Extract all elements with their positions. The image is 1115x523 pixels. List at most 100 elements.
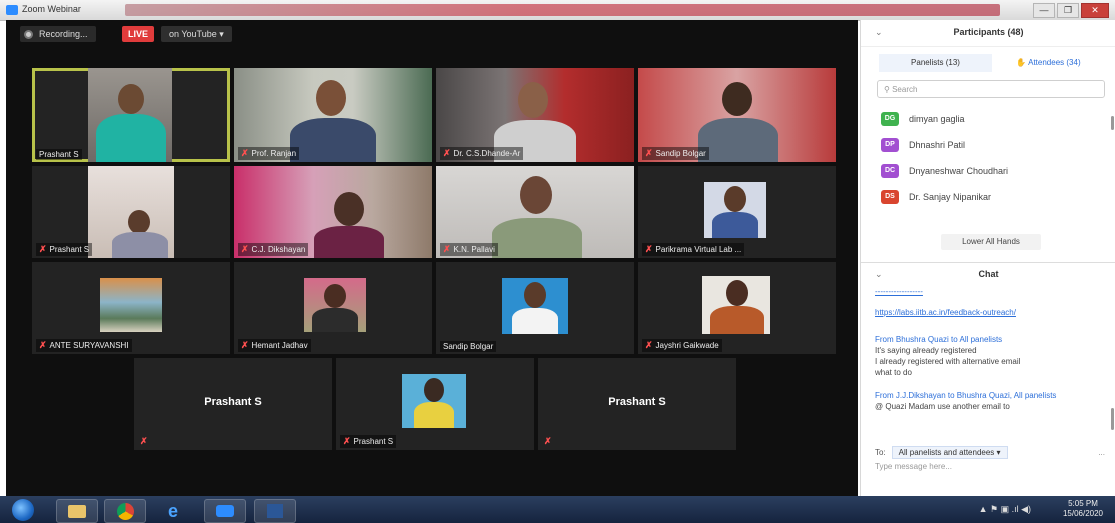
- video-tile[interactable]: ✗ Hemant Jadhav: [234, 262, 432, 354]
- participant-name: ✗ Prashant S: [36, 243, 93, 256]
- muted-mic-icon: ✗: [39, 340, 47, 350]
- participants-title: Participants (48): [953, 27, 1024, 37]
- video-tile[interactable]: Sandip Bolgar: [436, 262, 634, 354]
- chat-message-input[interactable]: Type message here...: [875, 462, 952, 471]
- chat-sender: From J.J.Dikshayan to Bhushra Quazi, All…: [875, 391, 1057, 400]
- muted-mic-icon: ✗: [39, 244, 47, 254]
- muted-mic-icon: ✗: [140, 436, 148, 446]
- list-item[interactable]: DS Dr. Sanjay Nipanikar: [881, 184, 1101, 210]
- chat-link-partial[interactable]: ------------------: [875, 286, 1103, 297]
- more-options-button[interactable]: ...: [1098, 448, 1105, 457]
- muted-mic-icon: ✗: [241, 244, 249, 254]
- avatar: DC: [881, 164, 899, 178]
- lower-all-hands-button[interactable]: Lower All Hands: [941, 234, 1041, 250]
- to-label: To:: [875, 447, 886, 457]
- video-gallery: Recording... LIVE on YouTube ▾ Prashant …: [6, 20, 858, 496]
- participant-name: ✗ Hemant Jadhav: [238, 339, 311, 352]
- muted-mic-icon: ✗: [645, 244, 653, 254]
- participant-name: Dhnashri Patil: [909, 140, 966, 150]
- tab-panelists[interactable]: Panelists (13): [879, 54, 992, 72]
- file-explorer-icon[interactable]: [56, 499, 98, 523]
- video-tile[interactable]: ✗ Parikrama Virtual Lab ...: [638, 166, 836, 258]
- video-tile[interactable]: ✗ Jayshri Gaikwade: [638, 262, 836, 354]
- muted-mic-icon: ✗: [241, 340, 249, 350]
- tab-attendees[interactable]: ✋ Attendees (34): [992, 54, 1105, 72]
- chat-message-line: what to do: [875, 368, 912, 377]
- participants-search-input[interactable]: ⚲ Search: [877, 80, 1105, 98]
- search-icon: ⚲: [884, 85, 890, 94]
- raise-hand-icon: ✋: [1016, 58, 1027, 67]
- muted-mic-icon: ✗: [645, 340, 653, 350]
- video-tile[interactable]: ✗ C.J. Dikshayan: [234, 166, 432, 258]
- muted-mic-icon: ✗: [645, 148, 653, 158]
- video-tile[interactable]: ✗ Prashant S: [32, 166, 230, 258]
- word-icon[interactable]: [254, 499, 296, 523]
- clock[interactable]: 5:05 PM 15/06/2020: [1063, 499, 1103, 519]
- participant-name: Dnyaneshwar Choudhari: [909, 166, 1009, 176]
- internet-explorer-icon[interactable]: e: [152, 499, 194, 523]
- chat-message-line: I already registered with alternative em…: [875, 357, 1021, 366]
- video-tile[interactable]: ✗ Prof. Ranjan: [234, 68, 432, 162]
- live-on-youtube-dropdown[interactable]: on YouTube ▾: [161, 26, 232, 42]
- video-tile[interactable]: ✗ ANTE SURYAVANSHI: [32, 262, 230, 354]
- participant-name: ✗ Parikrama Virtual Lab ...: [642, 243, 745, 256]
- video-tile[interactable]: ✗ Sandip Bolgar: [638, 68, 836, 162]
- participant-name: ✗ Jayshri Gaikwade: [642, 339, 722, 352]
- avatar: DG: [881, 112, 899, 126]
- recording-label: Recording...: [39, 29, 88, 39]
- avatar: DS: [881, 190, 899, 204]
- chat-message-line: @ Quazi Madam use another email to: [875, 402, 1010, 411]
- windows-taskbar: e ▲ ⚑ ▣ .ıl ◀) 5:05 PM 15/06/2020: [0, 496, 1115, 523]
- chrome-icon[interactable]: [104, 499, 146, 523]
- participant-name: Prashant S: [36, 149, 82, 160]
- chat-scrollbar[interactable]: [1111, 408, 1114, 430]
- titlebar-decoration: [125, 4, 1000, 16]
- clock-date: 15/06/2020: [1062, 509, 1103, 518]
- muted-mic-icon: ✗: [343, 436, 351, 446]
- chat-messages: ------------------ https://labs.iitb.ac.…: [875, 286, 1103, 412]
- chat-title: Chat: [978, 269, 999, 279]
- maximize-button[interactable]: ❐: [1057, 3, 1079, 18]
- zoom-taskbar-icon[interactable]: [204, 499, 246, 523]
- participant-name: Sandip Bolgar: [440, 341, 497, 352]
- video-tile[interactable]: Prashant S ✗: [538, 358, 736, 450]
- window-controls: — ❐ ✕: [1033, 3, 1109, 18]
- system-tray[interactable]: ▲ ⚑ ▣ .ıl ◀): [979, 504, 1031, 515]
- close-button[interactable]: ✕: [1081, 3, 1109, 18]
- participant-name: Dr. Sanjay Nipanikar: [909, 192, 992, 202]
- minimize-button[interactable]: —: [1033, 3, 1055, 18]
- live-badge: LIVE: [122, 26, 155, 42]
- recording-indicator[interactable]: Recording...: [20, 26, 96, 42]
- participant-name: ✗ Prof. Ranjan: [238, 147, 300, 160]
- muted-mic-icon: ✗: [544, 436, 552, 446]
- video-tile[interactable]: ✗ Dr. C.S.Dhande-Ar: [436, 68, 634, 162]
- clock-time: 5:05 PM: [1068, 499, 1098, 508]
- participant-list: DG dimyan gaglia DP Dhnashri Patil DC Dn…: [881, 106, 1101, 210]
- participants-header: ⌄ Participants (48): [861, 20, 1115, 47]
- video-tile[interactable]: ✗ Prashant S: [336, 358, 534, 450]
- participant-name: ✗ Sandip Bolgar: [642, 147, 709, 160]
- chat-recipient-row: To: All panelists and attendees ▾ ...: [875, 444, 1105, 460]
- video-tile[interactable]: ✗ K.N. Pallavi: [436, 166, 634, 258]
- window-titlebar: Zoom Webinar — ❐ ✕: [0, 0, 1115, 21]
- chat-message-line: It's saying already registered: [875, 346, 977, 355]
- participant-name: ✗ C.J. Dikshayan: [238, 243, 309, 256]
- participants-scrollbar[interactable]: [1111, 116, 1114, 130]
- muted-mic-icon: ✗: [241, 148, 249, 158]
- avatar: DP: [881, 138, 899, 152]
- muted-mic-icon: ✗: [443, 148, 451, 158]
- chat-recipient-dropdown[interactable]: All panelists and attendees ▾: [891, 445, 1008, 459]
- list-item[interactable]: DG dimyan gaglia: [881, 106, 1101, 132]
- muted-mic-icon: ✗: [443, 244, 451, 254]
- chat-sender: From Bhushra Quazi to All panelists: [875, 335, 1003, 344]
- chat-link[interactable]: https://labs.iitb.ac.in/feedback-outreac…: [875, 307, 1103, 318]
- start-button[interactable]: [12, 499, 34, 521]
- list-item[interactable]: DP Dhnashri Patil: [881, 132, 1101, 158]
- participant-name: dimyan gaglia: [909, 114, 965, 124]
- video-tile[interactable]: Prashant S: [32, 68, 230, 162]
- side-panel: ⌄ Participants (48) Panelists (13) ✋ Att…: [860, 20, 1115, 496]
- participant-name-large: Prashant S: [204, 396, 262, 408]
- zoom-app-icon: [6, 5, 18, 15]
- list-item[interactable]: DC Dnyaneshwar Choudhari: [881, 158, 1101, 184]
- video-tile[interactable]: Prashant S ✗: [134, 358, 332, 450]
